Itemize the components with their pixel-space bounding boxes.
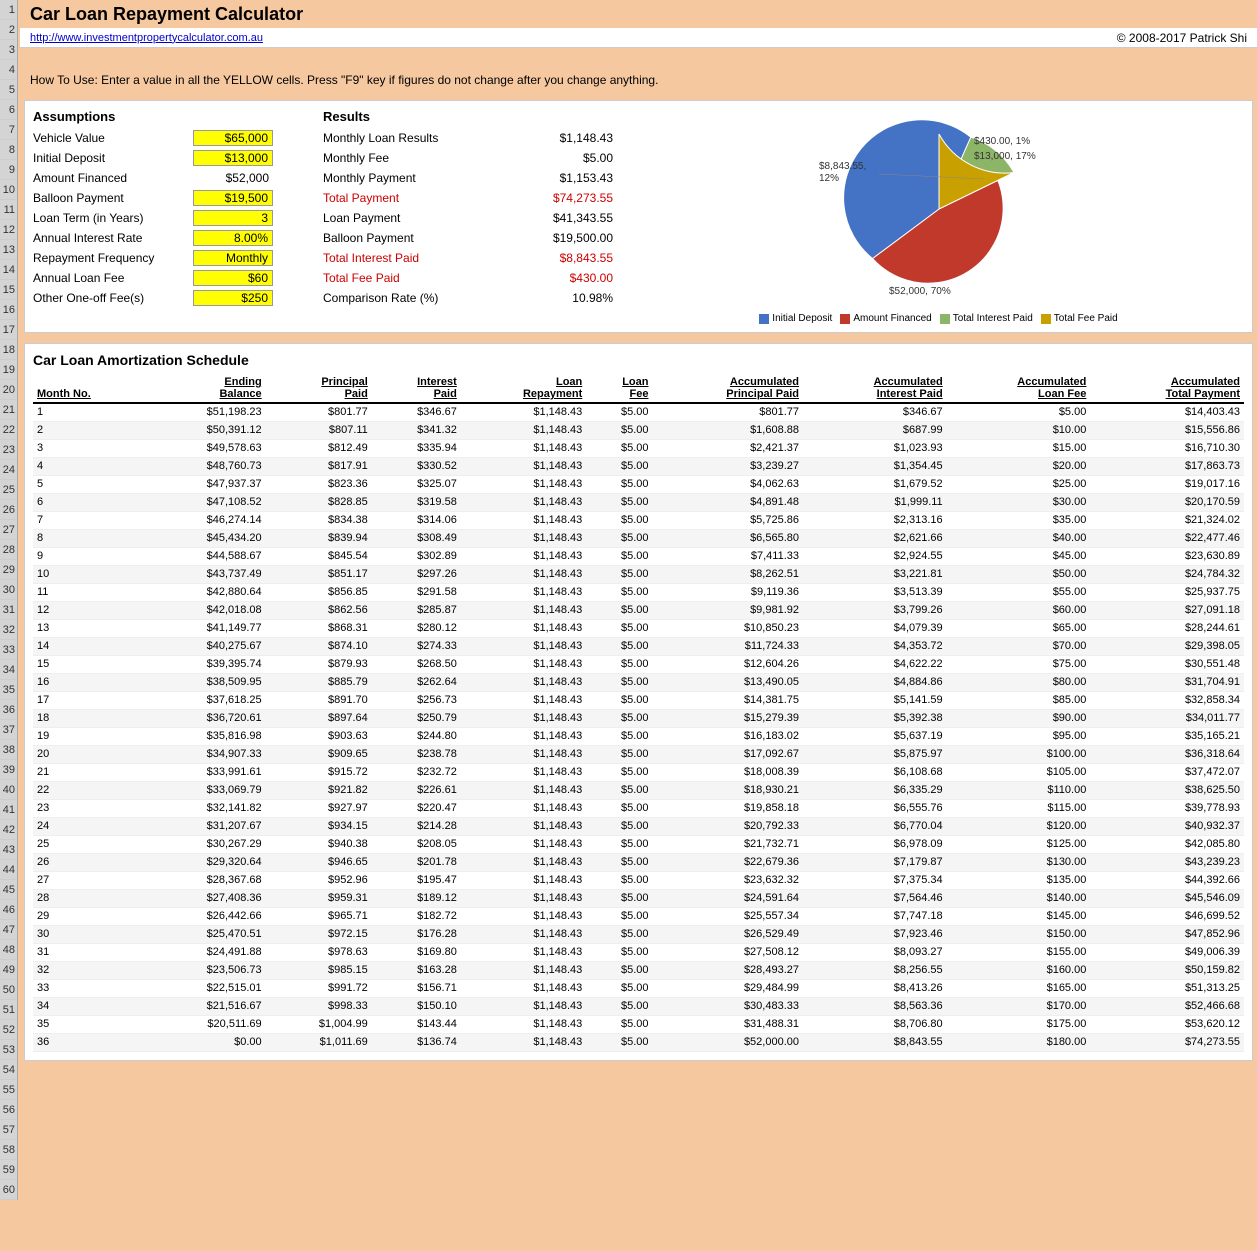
col-month: Month No. [33, 374, 148, 403]
amortization-title: Car Loan Amortization Schedule [33, 352, 1244, 368]
table-row: 8$45,434.20$839.94$308.49$1,148.43$5.00$… [33, 529, 1244, 547]
table-row: 24$31,207.67$934.15$214.28$1,148.43$5.00… [33, 817, 1244, 835]
assumption-initial-deposit: Initial Deposit $13,000 [33, 148, 273, 167]
table-row: 20$34,907.33$909.65$238.78$1,148.43$5.00… [33, 745, 1244, 763]
result-total-fee: Total Fee Paid $430.00 [323, 268, 613, 287]
title-row: Car Loan Repayment Calculator [20, 0, 1257, 28]
table-row: 33$22,515.01$991.72$156.71$1,148.43$5.00… [33, 979, 1244, 997]
col-acc-principal: AccumulatedPrincipal Paid [652, 374, 803, 403]
legend-total-interest: Total Interest Paid [940, 313, 1033, 324]
table-row: 36$0.00$1,011.69$136.74$1,148.43$5.00$52… [33, 1033, 1244, 1051]
assumptions-block: Assumptions Vehicle Value $65,000 Initia… [33, 109, 273, 324]
result-monthly-payment: Monthly Payment $1,153.43 [323, 168, 613, 187]
table-row: 16$38,509.95$885.79$262.64$1,148.43$5.00… [33, 673, 1244, 691]
assumptions-results-section: Assumptions Vehicle Value $65,000 Initia… [24, 100, 1253, 333]
assumption-other-fee: Other One-off Fee(s) $250 [33, 288, 273, 307]
results-block: Results Monthly Loan Results $1,148.43 M… [323, 109, 613, 324]
table-row: 12$42,018.08$862.56$285.87$1,148.43$5.00… [33, 601, 1244, 619]
svg-text:$8,843.55,: $8,843.55, [819, 161, 866, 172]
assumption-annual-fee: Annual Loan Fee $60 [33, 268, 273, 287]
row-numbers: 1 2 3 4 5 6 7 8 9 10 11 12 13 14 15 16 1… [0, 0, 18, 1200]
legend-amount-financed: Amount Financed [840, 313, 931, 324]
table-row: 27$28,367.68$952.96$195.47$1,148.43$5.00… [33, 871, 1244, 889]
legend-color-amount-financed [840, 314, 850, 324]
legend-color-total-interest [940, 314, 950, 324]
table-row: 21$33,991.61$915.72$232.72$1,148.43$5.00… [33, 763, 1244, 781]
table-row: 10$43,737.49$851.17$297.26$1,148.43$5.00… [33, 565, 1244, 583]
table-row: 31$24,491.88$978.63$169.80$1,148.43$5.00… [33, 943, 1244, 961]
results-title: Results [323, 109, 613, 124]
table-row: 11$42,880.64$856.85$291.58$1,148.43$5.00… [33, 583, 1244, 601]
result-total-payment: Total Payment $74,273.55 [323, 188, 613, 207]
url-row: http://www.investmentpropertycalculator.… [20, 28, 1257, 48]
table-row: 34$21,516.67$998.33$150.10$1,148.43$5.00… [33, 997, 1244, 1015]
table-row: 17$37,618.25$891.70$256.73$1,148.43$5.00… [33, 691, 1244, 709]
svg-text:12%: 12% [819, 173, 839, 184]
table-row: 5$47,937.37$823.36$325.07$1,148.43$5.00$… [33, 475, 1244, 493]
table-row: 32$23,506.73$985.15$163.28$1,148.43$5.00… [33, 961, 1244, 979]
howto-text: How To Use: Enter a value in all the YEL… [30, 73, 658, 87]
col-loan-fee: LoanFee [586, 374, 652, 403]
result-comparison-rate: Comparison Rate (%) 10.98% [323, 288, 613, 307]
website-link[interactable]: http://www.investmentpropertycalculator.… [30, 32, 263, 44]
table-row: 15$39,395.74$879.93$268.50$1,148.43$5.00… [33, 655, 1244, 673]
assumption-amount-financed: Amount Financed $52,000 [33, 168, 273, 187]
table-row: 18$36,720.61$897.64$250.79$1,148.43$5.00… [33, 709, 1244, 727]
table-row: 4$48,760.73$817.91$330.52$1,148.43$5.00$… [33, 457, 1244, 475]
table-row: 22$33,069.79$921.82$226.61$1,148.43$5.00… [33, 781, 1244, 799]
table-row: 25$30,267.29$940.38$208.05$1,148.43$5.00… [33, 835, 1244, 853]
result-total-interest: Total Interest Paid $8,843.55 [323, 248, 613, 267]
amortization-table: Month No. EndingBalance PrincipalPaid In… [33, 374, 1244, 1052]
table-row: 6$47,108.52$828.85$319.58$1,148.43$5.00$… [33, 493, 1244, 511]
col-ending-balance: EndingBalance [148, 374, 266, 403]
chart-legend: Initial Deposit Amount Financed Total In… [759, 313, 1117, 324]
table-row: 9$44,588.67$845.54$302.89$1,148.43$5.00$… [33, 547, 1244, 565]
col-principal-paid: PrincipalPaid [266, 374, 372, 403]
result-monthly-fee: Monthly Fee $5.00 [323, 148, 613, 167]
table-row: 7$46,274.14$834.38$314.06$1,148.43$5.00$… [33, 511, 1244, 529]
assumption-interest-rate: Annual Interest Rate 8.00% [33, 228, 273, 247]
table-row: 30$25,470.51$972.15$176.28$1,148.43$5.00… [33, 925, 1244, 943]
table-row: 19$35,816.98$903.63$244.80$1,148.43$5.00… [33, 727, 1244, 745]
assumption-vehicle-value: Vehicle Value $65,000 [33, 128, 273, 147]
pie-chart: $8,843.55, 12% $430.00, 1% $13,000, 17% … [789, 109, 1089, 309]
table-row: 29$26,442.66$965.71$182.72$1,148.43$5.00… [33, 907, 1244, 925]
col-acc-interest: AccumulatedInterest Paid [803, 374, 947, 403]
table-row: 35$20,511.69$1,004.99$143.44$1,148.43$5.… [33, 1015, 1244, 1033]
copyright-text: © 2008-2017 Patrick Shi [1117, 31, 1247, 45]
howto-row: How To Use: Enter a value in all the YEL… [20, 68, 1257, 92]
result-balloon-payment: Balloon Payment $19,500.00 [323, 228, 613, 247]
assumption-balloon-payment: Balloon Payment $19,500 [33, 188, 273, 207]
page-title: Car Loan Repayment Calculator [30, 4, 303, 25]
table-row: 14$40,275.67$874.10$274.33$1,148.43$5.00… [33, 637, 1244, 655]
svg-text:$13,000, 17%: $13,000, 17% [974, 151, 1036, 162]
legend-total-fee: Total Fee Paid [1041, 313, 1118, 324]
assumption-loan-term: Loan Term (in Years) 3 [33, 208, 273, 227]
legend-initial-deposit: Initial Deposit [759, 313, 832, 324]
col-acc-fee: AccumulatedLoan Fee [947, 374, 1091, 403]
table-row: 3$49,578.63$812.49$335.94$1,148.43$5.00$… [33, 439, 1244, 457]
table-row: 26$29,320.64$946.65$201.78$1,148.43$5.00… [33, 853, 1244, 871]
chart-area: $8,843.55, 12% $430.00, 1% $13,000, 17% … [633, 109, 1244, 324]
table-row: 2$50,391.12$807.11$341.32$1,148.43$5.00$… [33, 421, 1244, 439]
col-acc-total: AccumulatedTotal Payment [1090, 374, 1244, 403]
table-row: 28$27,408.36$959.31$189.12$1,148.43$5.00… [33, 889, 1244, 907]
amortization-section: Car Loan Amortization Schedule Month No.… [24, 343, 1253, 1061]
table-row: 23$32,141.82$927.97$220.47$1,148.43$5.00… [33, 799, 1244, 817]
assumption-repayment-freq: Repayment Frequency Monthly [33, 248, 273, 267]
assumptions-title: Assumptions [33, 109, 273, 124]
col-interest-paid: InterestPaid [372, 374, 461, 403]
result-loan-payment: Loan Payment $41,343.55 [323, 208, 613, 227]
table-row: 1$51,198.23$801.77$346.67$1,148.43$5.00$… [33, 403, 1244, 421]
legend-color-initial-deposit [759, 314, 769, 324]
svg-text:$52,000, 70%: $52,000, 70% [889, 286, 951, 297]
svg-text:$430.00, 1%: $430.00, 1% [974, 136, 1030, 147]
col-loan-repayment: LoanRepayment [461, 374, 586, 403]
legend-color-total-fee [1041, 314, 1051, 324]
result-monthly-loan: Monthly Loan Results $1,148.43 [323, 128, 613, 147]
table-row: 13$41,149.77$868.31$280.12$1,148.43$5.00… [33, 619, 1244, 637]
